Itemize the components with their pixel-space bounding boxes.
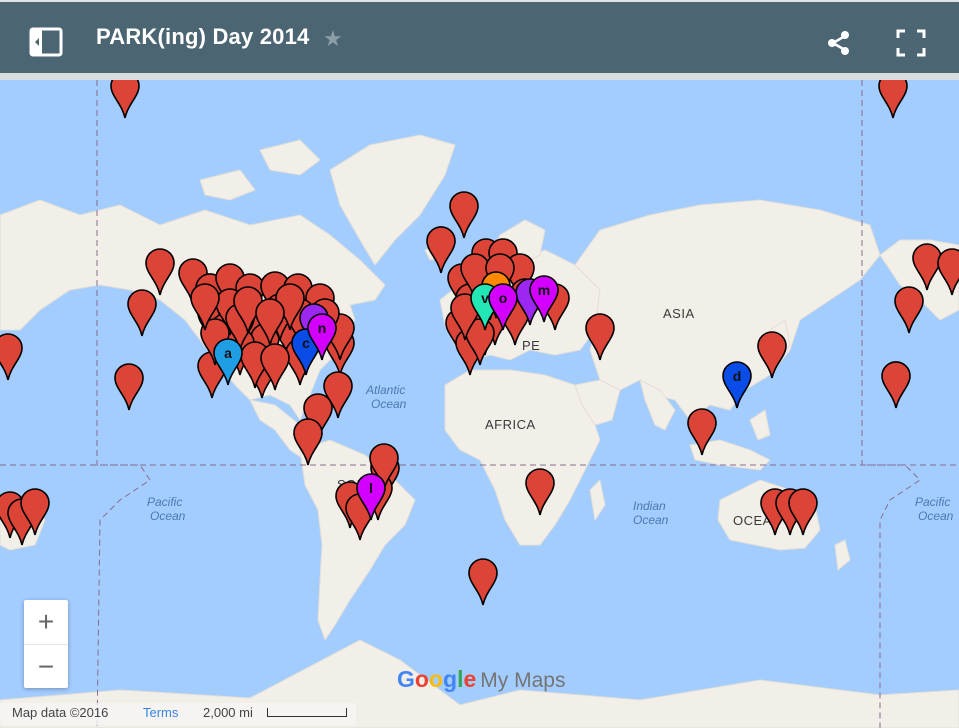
google-my-maps-logo: Google My Maps — [397, 666, 565, 693]
scale-label: 2,000 mi — [203, 705, 253, 720]
legend-toggle-icon — [29, 27, 63, 57]
label-pacific-left-2: Ocean — [150, 509, 186, 523]
map-header: PARK(ing) Day 2014 ★ — [0, 0, 959, 73]
share-button[interactable] — [824, 28, 854, 58]
zoom-in-button[interactable]: + — [24, 600, 68, 644]
map-canvas[interactable]: ASIA AFRICA SOU PE OCEA Atlantic Ocean P… — [0, 80, 959, 728]
label-indian-2: Ocean — [633, 513, 669, 527]
label-atlantic-2: Ocean — [371, 397, 407, 411]
share-icon — [828, 31, 849, 55]
marker-letter: a — [224, 345, 232, 361]
marker-letter: d — [733, 368, 742, 384]
map-attribution: Map data ©2016 Terms 2,000 mi — [0, 703, 356, 725]
legend-toggle-button[interactable] — [28, 26, 64, 58]
label-atlantic-1: Atlantic — [365, 383, 405, 397]
zoom-control: + − — [24, 600, 68, 688]
header-shadow — [0, 73, 959, 80]
star-icon[interactable]: ★ — [323, 26, 343, 52]
marker-letter: n — [318, 320, 327, 336]
label-pacific-left-1: Pacific — [147, 495, 182, 509]
marker-letter: o — [499, 290, 508, 306]
map-data-credit: Map data ©2016 — [12, 705, 109, 720]
google-logo-text: Google — [397, 666, 477, 692]
marker-letter: c — [302, 335, 310, 351]
fullscreen-button[interactable] — [895, 28, 927, 58]
label-europe: PE — [522, 338, 540, 353]
terms-link[interactable]: Terms — [143, 705, 178, 720]
label-africa: AFRICA — [485, 417, 536, 432]
label-indian-1: Indian — [633, 499, 666, 513]
fullscreen-icon — [896, 29, 926, 57]
label-pacific-right-1: Pacific — [915, 495, 950, 509]
marker-letter: v — [481, 290, 489, 306]
label-asia: ASIA — [663, 306, 695, 321]
zoom-out-button[interactable]: − — [24, 644, 68, 689]
label-pacific-right-2: Ocean — [918, 509, 954, 523]
marker-letter: l — [369, 480, 373, 496]
my-maps-logo-text: My Maps — [480, 669, 566, 692]
scale-bar — [267, 708, 347, 717]
map-title: PARK(ing) Day 2014 — [96, 24, 310, 49]
marker-letter: m — [538, 282, 550, 298]
